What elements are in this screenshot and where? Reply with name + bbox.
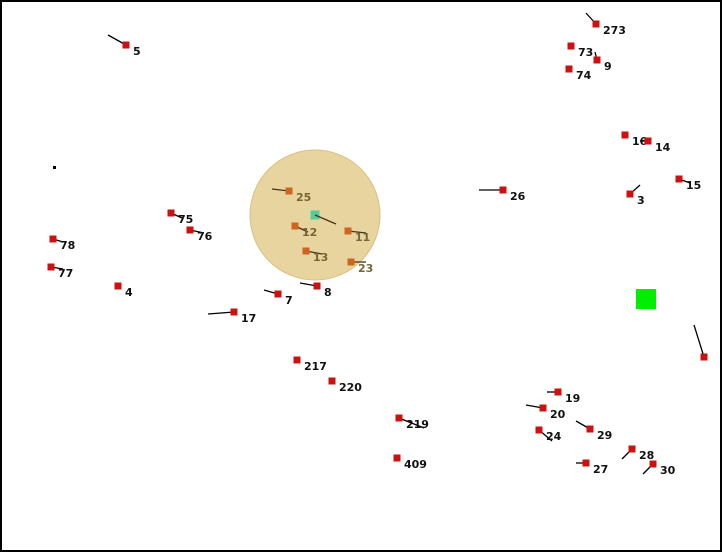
- unit-marker[interactable]: [593, 56, 601, 64]
- target-marker[interactable]: [636, 289, 656, 309]
- unit-label: 15: [686, 179, 701, 192]
- unit-label: 20: [550, 408, 566, 421]
- unit-marker[interactable]: [49, 235, 57, 243]
- unit-label: 74: [576, 69, 592, 82]
- unit-label: 14: [655, 141, 671, 154]
- unit-marker[interactable]: [626, 190, 634, 198]
- unit-marker[interactable]: [186, 226, 194, 234]
- unit-label: 9: [604, 60, 612, 73]
- unit-label: 217: [304, 360, 327, 373]
- unit-marker[interactable]: [499, 186, 507, 194]
- unit-marker[interactable]: [649, 460, 657, 468]
- unit-marker[interactable]: [582, 459, 590, 467]
- unit-marker[interactable]: [565, 65, 573, 73]
- unit-marker[interactable]: [344, 227, 352, 235]
- unit-marker[interactable]: [700, 353, 708, 361]
- unit-marker[interactable]: [592, 20, 600, 28]
- unit-label: 13: [313, 251, 328, 264]
- unit-label: 28: [639, 449, 654, 462]
- unit-marker[interactable]: [644, 137, 652, 145]
- unit-label: 3: [637, 194, 645, 207]
- unit-label: 23: [358, 262, 373, 275]
- unit-marker[interactable]: [167, 209, 175, 217]
- unit-marker[interactable]: [628, 445, 636, 453]
- unit-marker[interactable]: [291, 222, 299, 230]
- unit-label: 27: [593, 463, 608, 476]
- unit-label: 17: [241, 312, 256, 325]
- unit-label: 273: [603, 24, 626, 37]
- unit-label: 77: [58, 267, 73, 280]
- unit-marker[interactable]: [274, 290, 282, 298]
- unit-label: 220: [339, 381, 362, 394]
- unit-label: 25: [296, 191, 311, 204]
- unit-marker[interactable]: [302, 247, 310, 255]
- unit-marker[interactable]: [285, 187, 293, 195]
- unit-marker[interactable]: [47, 263, 55, 271]
- unit-marker[interactable]: [328, 377, 336, 385]
- unit-label: 409: [404, 458, 427, 471]
- unit-marker[interactable]: [539, 404, 547, 412]
- unit-marker[interactable]: [567, 42, 575, 50]
- unit-label: 24: [546, 430, 562, 443]
- unit-label: 29: [597, 429, 612, 442]
- unit-marker[interactable]: [114, 282, 122, 290]
- unit-marker[interactable]: [313, 282, 321, 290]
- unit-label: 4: [125, 286, 133, 299]
- unit-marker[interactable]: [393, 454, 401, 462]
- unit-heading-line: [693, 324, 705, 358]
- unit-marker[interactable]: [535, 426, 543, 434]
- unit-marker[interactable]: [621, 131, 629, 139]
- unit-marker[interactable]: [586, 425, 594, 433]
- unit-marker[interactable]: [230, 308, 238, 316]
- unit-label: 78: [60, 239, 75, 252]
- game-field[interactable]: 27373974516 14153262512 111323757678774781…: [2, 2, 720, 550]
- unit-heading-line: [207, 311, 235, 315]
- unit-marker[interactable]: [395, 414, 403, 422]
- unit-label: 219: [406, 418, 429, 431]
- unit-label: 75: [178, 213, 193, 226]
- unit-label: 73: [578, 46, 593, 59]
- unit-marker[interactable]: [554, 388, 562, 396]
- unit-label: 12: [302, 226, 317, 239]
- unit-label: 7: [285, 294, 293, 307]
- stray-dot: [53, 166, 56, 169]
- unit-label: 26: [510, 190, 526, 203]
- unit-marker[interactable]: [347, 258, 355, 266]
- unit-marker[interactable]: [675, 175, 683, 183]
- unit-label: 30: [660, 464, 676, 477]
- unit-label: 19: [565, 392, 580, 405]
- game-field-frame: 273 73 9 74 5 16 14 15 3 26 25 12 11 13 23 75 76 78 77 4 7 8 1…: [0, 0, 722, 552]
- unit-label: 11: [355, 231, 370, 244]
- unit-marker[interactable]: [122, 41, 130, 49]
- unit-label: 76: [197, 230, 213, 243]
- unit-label: 8: [324, 286, 332, 299]
- unit-marker[interactable]: [293, 356, 301, 364]
- unit-label: 5: [133, 45, 141, 58]
